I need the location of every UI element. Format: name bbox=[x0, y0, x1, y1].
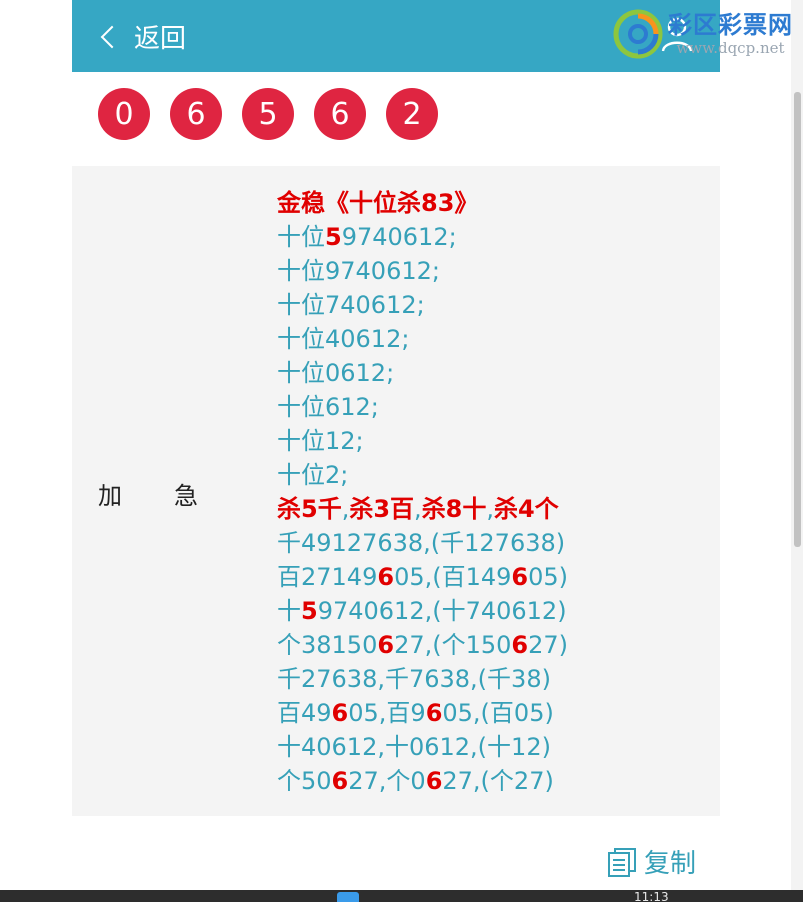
category-label: 加急 bbox=[98, 482, 250, 510]
prediction-line: 个38150627,(个150627) bbox=[277, 628, 568, 662]
watermark-url: www.dqcp.net bbox=[676, 39, 785, 57]
line-text: 个38150 bbox=[277, 631, 378, 659]
number-ball: 6 bbox=[314, 88, 366, 140]
line-text: 百27149 bbox=[277, 563, 378, 591]
line-text: 百49 bbox=[277, 699, 332, 727]
line-text: 05,(百149 bbox=[394, 563, 512, 591]
prediction-line: 百49605,百9605,(百05) bbox=[277, 696, 568, 730]
line-text: 十位40612; bbox=[277, 325, 410, 353]
prediction-line: 十位2; bbox=[277, 458, 568, 492]
line-text: 十位2; bbox=[277, 461, 349, 489]
site-logo-icon bbox=[613, 9, 663, 59]
line-text: 27,(个27) bbox=[442, 767, 554, 795]
back-label: 返回 bbox=[134, 24, 187, 54]
highlight-text: 6 bbox=[331, 699, 349, 727]
watermark-name: 彩区彩票网 bbox=[668, 11, 793, 39]
prediction-line: 十40612,十0612,(十12) bbox=[277, 730, 568, 764]
prediction-line: 个50627,个0627,(个27) bbox=[277, 764, 568, 798]
highlight-text: 杀5千 bbox=[277, 495, 342, 523]
prediction-line: 十位12; bbox=[277, 424, 568, 458]
line-text: 05,(百05) bbox=[442, 699, 554, 727]
line-text: 27,个0 bbox=[348, 767, 426, 795]
line-text: , bbox=[414, 495, 422, 523]
prediction-line: 十位612; bbox=[277, 390, 568, 424]
prediction-line: 十59740612,(十740612) bbox=[277, 594, 568, 628]
line-text: 十位 bbox=[277, 223, 325, 251]
line-text: 十40612,十0612,(十12) bbox=[277, 733, 551, 761]
line-text: 9740612,(十740612) bbox=[317, 597, 567, 625]
scrollbar-thumb[interactable] bbox=[794, 92, 801, 547]
prediction-line: 千27638,千7638,(千38) bbox=[277, 662, 568, 696]
prediction-line: 十位59740612; bbox=[277, 220, 568, 254]
prediction-line: 金稳《十位杀83》 bbox=[277, 186, 568, 220]
highlight-text: 6 bbox=[331, 767, 349, 795]
highlight-text: 6 bbox=[377, 631, 395, 659]
prediction-content: 金稳《十位杀83》 十位59740612; 十位9740612; 十位740612; 十… bbox=[277, 186, 568, 798]
copy-label: 复制 bbox=[644, 849, 697, 879]
taskbar-clock: 11:13 bbox=[634, 892, 669, 902]
highlight-text: 6 bbox=[511, 631, 529, 659]
prediction-line: 十位740612; bbox=[277, 288, 568, 322]
back-button[interactable]: 返回 bbox=[98, 18, 186, 55]
taskbar bbox=[0, 890, 803, 902]
line-text: 十位9740612; bbox=[277, 257, 440, 285]
chevron-left-icon bbox=[100, 25, 124, 48]
prediction-panel: 加急 金稳《十位杀83》 十位59740612; 十位9740612; 十位74061… bbox=[72, 166, 720, 816]
highlight-text: 6 bbox=[425, 767, 443, 795]
line-text: 千49127638,(千127638) bbox=[277, 529, 566, 557]
line-text: 十位612; bbox=[277, 393, 379, 421]
highlight-text: 杀4个 bbox=[494, 495, 559, 523]
number-ball: 5 bbox=[242, 88, 294, 140]
prediction-line: 百27149605,(百149605) bbox=[277, 560, 568, 594]
watermark-text: 彩区彩票网 www.dqcp.net bbox=[668, 11, 793, 57]
prediction-line: 十位9740612; bbox=[277, 254, 568, 288]
prediction-line: 十位40612; bbox=[277, 322, 568, 356]
line-text: 05,百9 bbox=[348, 699, 426, 727]
highlight-text: 6 bbox=[377, 563, 395, 591]
prediction-line: 杀5千,杀3百,杀8十,杀4个 bbox=[277, 492, 568, 526]
copy-icon bbox=[608, 847, 636, 877]
prediction-line: 十位0612; bbox=[277, 356, 568, 390]
prediction-line: 千49127638,(千127638) bbox=[277, 526, 568, 560]
highlight-text: 6 bbox=[425, 699, 443, 727]
site-watermark: 彩区彩票网 www.dqcp.net bbox=[612, 8, 793, 60]
line-text: 十位740612; bbox=[277, 291, 425, 319]
line-text: 27) bbox=[528, 631, 569, 659]
line-text: 千27638,千7638,(千38) bbox=[277, 665, 551, 693]
taskbar-app-icon[interactable] bbox=[337, 892, 359, 902]
highlight-text: 5 bbox=[325, 223, 342, 251]
copy-button[interactable]: 复制 bbox=[606, 843, 696, 880]
line-text: 十位12; bbox=[277, 427, 364, 455]
line-text: 9740612; bbox=[341, 223, 457, 251]
line-text: 个50 bbox=[277, 767, 332, 795]
highlight-text: 金稳《十位杀83》 bbox=[277, 189, 479, 217]
highlight-text: 杀8十 bbox=[421, 495, 487, 523]
number-ball: 2 bbox=[386, 88, 438, 140]
line-text: 十位0612; bbox=[277, 359, 395, 387]
line-text: 27,(个150 bbox=[394, 631, 512, 659]
number-balls: 0 6 5 6 2 bbox=[98, 88, 438, 140]
highlight-text: 5 bbox=[301, 597, 318, 625]
number-ball: 6 bbox=[170, 88, 222, 140]
highlight-text: 杀3百 bbox=[349, 495, 415, 523]
line-text: 十 bbox=[277, 597, 301, 625]
line-text: 05) bbox=[528, 563, 569, 591]
highlight-text: 6 bbox=[511, 563, 529, 591]
line-text: , bbox=[486, 495, 495, 523]
number-ball: 0 bbox=[98, 88, 150, 140]
